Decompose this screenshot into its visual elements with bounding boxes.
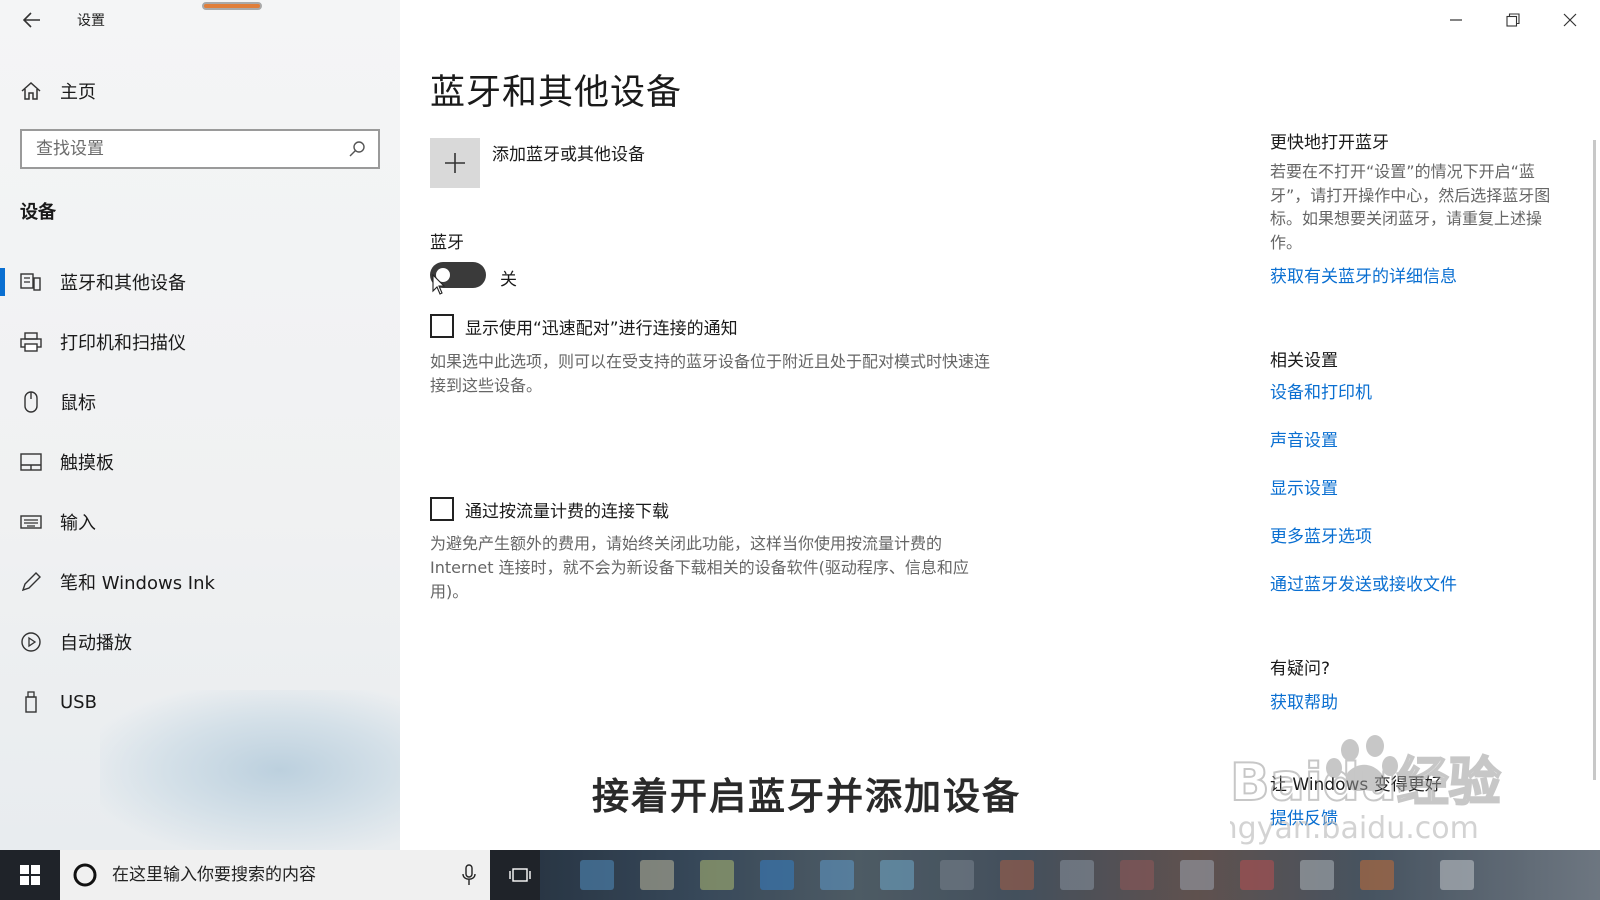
svg-text:Baidu经验: Baidu经验	[1230, 753, 1501, 813]
sidebar-item-mouse[interactable]: 鼠标	[0, 372, 400, 432]
search-input[interactable]	[34, 138, 348, 160]
section-title: 设备	[20, 202, 56, 223]
windows-logo-icon	[20, 865, 40, 885]
minimize-icon	[1450, 19, 1462, 21]
microphone-icon[interactable]	[462, 864, 476, 886]
sidebar-item-autoplay[interactable]: 自动播放	[0, 612, 400, 672]
home-label: 主页	[60, 82, 96, 103]
display-settings-link[interactable]: 显示设置	[1270, 474, 1338, 499]
taskbar-app[interactable]	[1360, 860, 1394, 890]
plus-icon	[445, 153, 465, 173]
swift-pair-description: 如果选中此选项，则可以在受支持的蓝牙设备位于附近且处于配对模式时快速连接到这些设…	[430, 352, 991, 395]
task-view-button[interactable]	[500, 850, 540, 900]
bluetooth-state: 关	[500, 270, 517, 290]
taskbar-app[interactable]	[1060, 860, 1094, 890]
scrollbar[interactable]	[1593, 140, 1596, 780]
mouse-cursor-icon	[432, 274, 446, 295]
taskbar-search-input[interactable]	[110, 864, 444, 886]
restore-button[interactable]	[1493, 8, 1533, 32]
quick-bluetooth-text: 若要在不打开“设置”的情况下开启“蓝牙”，请打开操作中心，然后选择蓝牙图标。如果…	[1270, 162, 1551, 252]
close-icon	[1563, 13, 1577, 27]
sidebar-item-label: 打印机和扫描仪	[60, 333, 186, 354]
sidebar-item-label: 自动播放	[60, 633, 132, 654]
window-title: 设置	[77, 13, 105, 29]
taskbar-app[interactable]	[760, 860, 794, 890]
swift-pair-checkbox[interactable]	[430, 314, 454, 338]
back-button[interactable]	[18, 8, 46, 32]
bluetooth-label: 蓝牙	[430, 233, 464, 253]
sidebar-item-bluetooth[interactable]: 蓝牙和其他设备	[0, 252, 400, 312]
get-help-link[interactable]: 获取帮助	[1270, 688, 1338, 713]
sidebar-item-touchpad[interactable]: 触摸板	[0, 432, 400, 492]
taskbar-app[interactable]	[700, 860, 734, 890]
printer-icon	[20, 331, 42, 353]
sidebar-item-label: USB	[60, 691, 97, 713]
autoplay-icon	[20, 631, 42, 653]
cortana-icon	[73, 863, 97, 887]
taskbar	[0, 850, 1600, 900]
sidebar-nav: 蓝牙和其他设备 打印机和扫描仪 鼠标 触摸板 输入 笔和 Windows Ink…	[0, 252, 400, 732]
taskbar-app[interactable]	[1240, 860, 1274, 890]
sidebar-item-typing[interactable]: 输入	[0, 492, 400, 552]
metered-download-checkbox[interactable]	[430, 497, 454, 521]
taskbar-app[interactable]	[1180, 860, 1214, 890]
mouse-icon	[20, 391, 42, 413]
sidebar-item-label: 输入	[60, 513, 96, 534]
sidebar-item-label: 鼠标	[60, 393, 96, 414]
home-icon	[21, 81, 41, 100]
task-view-icon	[509, 868, 531, 882]
drag-handle[interactable]	[202, 2, 262, 10]
svg-text:jingyan.baidu.com: jingyan.baidu.com	[1230, 811, 1479, 846]
sidebar: 设置 主页 设备 蓝牙和其他设备 打印机和扫描仪	[0, 0, 400, 850]
taskbar-app[interactable]	[580, 860, 614, 890]
home-link[interactable]: 主页	[20, 78, 96, 104]
taskbar-app[interactable]	[880, 860, 914, 890]
keyboard-icon	[20, 511, 42, 533]
taskbar-app[interactable]	[1120, 860, 1154, 890]
touchpad-icon	[20, 451, 42, 473]
add-device-label[interactable]: 添加蓝牙或其他设备	[492, 140, 645, 165]
metered-download-description: 为避免产生额外的费用，请始终关闭此功能，这样当你使用按流量计费的 Interne…	[430, 534, 969, 601]
restore-icon	[1506, 13, 1520, 27]
more-bluetooth-options-link[interactable]: 更多蓝牙选项	[1270, 522, 1372, 547]
back-arrow-icon	[23, 12, 40, 28]
sidebar-item-label: 笔和 Windows Ink	[60, 573, 215, 594]
taskbar-app[interactable]	[1440, 860, 1474, 890]
bluetooth-info-link[interactable]: 获取有关蓝牙的详细信息	[1270, 262, 1457, 287]
taskbar-app[interactable]	[640, 860, 674, 890]
settings-search[interactable]	[20, 129, 380, 169]
baidu-watermark-logo: Baidu经验 jingyan.baidu.com	[1230, 735, 1502, 846]
bluetooth-devices-icon	[20, 271, 42, 293]
devices-printers-link[interactable]: 设备和打印机	[1270, 378, 1372, 403]
swift-pair-label[interactable]: 显示使用“迅速配对”进行连接的通知	[465, 314, 738, 339]
sidebar-item-label: 触摸板	[60, 453, 114, 474]
video-caption: 接着开启蓝牙并添加设备	[592, 775, 1021, 818]
pen-icon	[20, 571, 42, 593]
usb-icon	[20, 691, 42, 713]
bluetooth-file-transfer-link[interactable]: 通过蓝牙发送或接收文件	[1270, 570, 1457, 595]
start-button[interactable]	[0, 850, 60, 900]
taskbar-app[interactable]	[1300, 860, 1334, 890]
sidebar-item-printers[interactable]: 打印机和扫描仪	[0, 312, 400, 372]
quick-bluetooth-title: 更快地打开蓝牙	[1270, 133, 1389, 153]
metered-download-label[interactable]: 通过按流量计费的连接下载	[465, 497, 669, 522]
sidebar-item-pen[interactable]: 笔和 Windows Ink	[0, 552, 400, 612]
sidebar-item-usb[interactable]: USB	[0, 672, 400, 732]
minimize-button[interactable]	[1436, 8, 1476, 32]
add-device-button[interactable]	[430, 138, 480, 188]
sidebar-item-label: 蓝牙和其他设备	[60, 273, 186, 294]
related-settings-title: 相关设置	[1270, 351, 1338, 371]
close-button[interactable]	[1550, 8, 1590, 32]
help-title: 有疑问?	[1270, 659, 1331, 679]
sound-settings-link[interactable]: 声音设置	[1270, 426, 1338, 451]
taskbar-search[interactable]	[60, 850, 490, 900]
taskbar-app[interactable]	[1000, 860, 1034, 890]
taskbar-apps	[540, 850, 1600, 900]
taskbar-app[interactable]	[940, 860, 974, 890]
taskbar-app[interactable]	[820, 860, 854, 890]
search-icon[interactable]	[348, 140, 366, 158]
page-title: 蓝牙和其他设备	[430, 73, 683, 113]
